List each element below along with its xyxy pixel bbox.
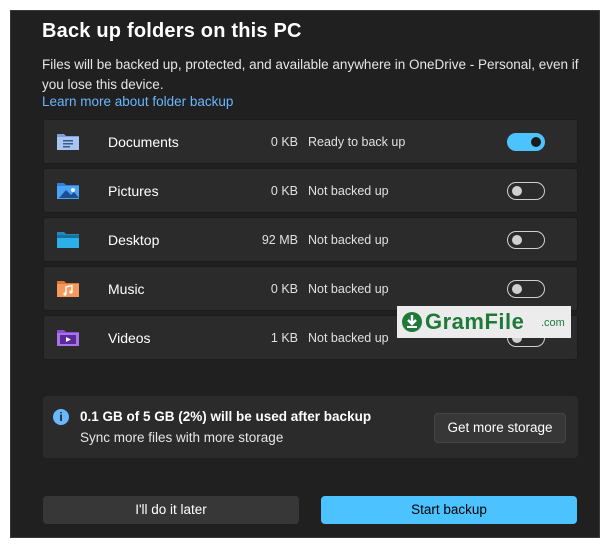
toggle-knob	[531, 137, 541, 147]
toggle-knob	[512, 284, 522, 294]
folder-status: Not backed up	[308, 331, 389, 345]
music-folder-icon	[57, 281, 79, 297]
toggle-knob	[512, 186, 522, 196]
backup-dialog: Back up folders on this PC Files will be…	[10, 10, 600, 538]
desktop-backup-toggle[interactable]	[507, 231, 545, 249]
documents-backup-toggle[interactable]	[507, 133, 545, 151]
folder-name: Music	[108, 281, 145, 297]
storage-info-panel: i 0.1 GB of 5 GB (2%) will be used after…	[43, 396, 578, 458]
documents-folder-icon	[57, 134, 79, 150]
folder-row-desktop: Desktop 92 MB Not backed up	[43, 217, 578, 262]
videos-folder-icon	[57, 330, 79, 346]
folder-row-documents: Documents 0 KB Ready to back up	[43, 119, 578, 164]
folder-name: Documents	[108, 134, 179, 150]
toggle-knob	[512, 235, 522, 245]
pictures-folder-icon	[57, 183, 79, 199]
download-arrow-icon	[402, 312, 422, 332]
desktop-folder-icon	[57, 232, 79, 248]
watermark-text: GramFile	[425, 309, 525, 334]
info-icon: i	[53, 409, 69, 425]
dialog-title: Back up folders on this PC	[42, 20, 302, 42]
do-it-later-button[interactable]: I'll do it later	[43, 496, 299, 524]
dialog-description: Files will be backed up, protected, and …	[42, 57, 579, 92]
get-more-storage-button[interactable]: Get more storage	[434, 413, 566, 443]
folder-row-music: Music 0 KB Not backed up	[43, 266, 578, 311]
folder-size: 1 KB	[270, 331, 298, 345]
folder-status: Not backed up	[308, 233, 389, 247]
watermark: GramFile .com	[397, 306, 571, 338]
folder-size: 0 KB	[270, 282, 298, 296]
folder-name: Desktop	[108, 232, 160, 248]
start-backup-button[interactable]: Start backup	[321, 496, 577, 524]
folder-size: 0 KB	[270, 135, 298, 149]
storage-sub-text: Sync more files with more storage	[80, 430, 284, 445]
learn-more-link[interactable]: Learn more about folder backup	[42, 94, 233, 109]
folder-status: Ready to back up	[308, 135, 406, 149]
storage-usage-text: 0.1 GB of 5 GB (2%) will be used after b…	[80, 409, 372, 424]
watermark-suffix: .com	[541, 317, 565, 329]
pictures-backup-toggle[interactable]	[507, 182, 545, 200]
music-backup-toggle[interactable]	[507, 280, 545, 298]
folder-status: Not backed up	[308, 282, 389, 296]
folder-size: 0 KB	[270, 184, 298, 198]
folder-name: Pictures	[108, 183, 159, 199]
folder-row-pictures: Pictures 0 KB Not backed up	[43, 168, 578, 213]
folder-size: 92 MB	[261, 233, 298, 247]
folder-name: Videos	[108, 330, 151, 346]
folder-status: Not backed up	[308, 184, 389, 198]
